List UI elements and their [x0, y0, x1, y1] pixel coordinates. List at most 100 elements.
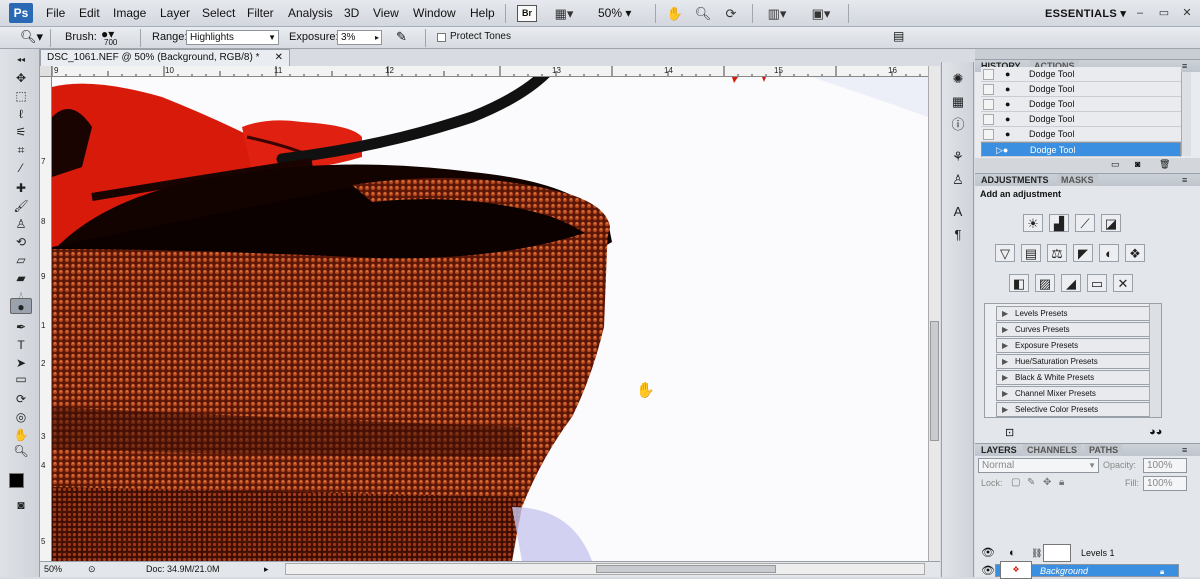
menu-3d[interactable]: 3D [344, 6, 359, 20]
scroll-thumb[interactable] [596, 565, 776, 573]
eyedropper-tool-icon[interactable]: ⁄ [10, 160, 32, 176]
toolbox-collapse-icon[interactable]: ◂◂ [10, 52, 32, 68]
panel-menu-icon[interactable]: ≡ [1178, 444, 1191, 456]
menu-layer[interactable]: Layer [160, 6, 190, 20]
panel-menu-icon[interactable]: ≡ [1178, 174, 1191, 186]
arrange-documents-icon[interactable]: ▥▾ [762, 5, 792, 22]
new-document-from-state-icon[interactable]: ▭ [1111, 159, 1120, 170]
preset-exposure[interactable]: ▶ Exposure Presets [996, 338, 1158, 353]
status-arrow-icon[interactable]: ▸ [264, 562, 269, 577]
3d-panel-icon[interactable]: ✺ [949, 70, 967, 87]
character-panel-icon[interactable]: A [949, 203, 967, 220]
black-white-icon[interactable]: ◤ [1073, 244, 1093, 262]
restore-icon[interactable]: ▭ [1157, 6, 1171, 20]
healing-brush-tool-icon[interactable]: ✚ [10, 180, 32, 196]
channel-mixer-icon[interactable]: ❖ [1125, 244, 1145, 262]
lock-position-icon[interactable]: ✥ [1043, 477, 1051, 488]
new-snapshot-icon[interactable]: ◙ [1135, 159, 1140, 169]
brightness-contrast-icon[interactable]: ☀ [1023, 214, 1043, 232]
zoom-tool-icon[interactable]: 🔍︎ [10, 443, 32, 459]
levels-icon[interactable]: ▟ [1049, 214, 1069, 232]
history-state[interactable]: ● Dodge Tool [981, 127, 1181, 142]
document-tab[interactable]: DSC_1061.NEF @ 50% (Background, RGB/8) *… [40, 49, 290, 66]
quick-selection-tool-icon[interactable]: ⚟ [10, 124, 32, 140]
brushes-panel-icon[interactable]: ⚘ [949, 148, 967, 165]
brush-tool-icon[interactable]: 🖌︎ [10, 198, 32, 214]
preset-black-white[interactable]: ▶ Black & White Presets [996, 370, 1158, 385]
vertical-ruler[interactable]: 7 8 9 1 2 3 4 5 [40, 77, 52, 561]
menu-filter[interactable]: Filter [247, 6, 274, 20]
scroll-thumb[interactable] [930, 321, 939, 441]
history-scrollbar[interactable] [1181, 72, 1191, 156]
ruler-origin[interactable] [40, 66, 52, 77]
gradient-tool-icon[interactable]: ▰ [10, 270, 32, 286]
layer-mask-thumbnail[interactable] [1043, 544, 1071, 562]
3d-orbit-tool-icon[interactable]: ◎ [10, 409, 32, 425]
preset-channel-mixer[interactable]: ▶ Channel Mixer Presets [996, 386, 1158, 401]
posterize-icon[interactable]: ▨ [1035, 274, 1055, 292]
foreground-color-swatch[interactable] [9, 473, 24, 488]
dodge-tool-preset-icon[interactable]: 🔍︎▾ [20, 29, 43, 45]
lock-transparency-icon[interactable]: ▢ [1011, 477, 1020, 488]
photo-filter-icon[interactable]: ◐ [1099, 244, 1119, 262]
hand-tool-icon[interactable]: ✋ [10, 427, 32, 443]
vibrance-icon[interactable]: ▽ [995, 244, 1015, 262]
status-zoom[interactable]: 50% [44, 562, 62, 577]
protect-tones-checkbox[interactable] [437, 33, 446, 42]
view-extras-icon[interactable]: ▦▾ [553, 5, 575, 22]
history-state[interactable]: ● Dodge Tool [981, 97, 1181, 112]
fill-input[interactable]: 100% [1143, 476, 1187, 491]
lock-pixels-icon[interactable]: ✎ [1027, 477, 1035, 488]
exposure-icon[interactable]: ◪ [1101, 214, 1121, 232]
blend-mode-select[interactable]: Normal ▼ [978, 458, 1099, 473]
curves-icon[interactable]: ⟋ [1075, 214, 1095, 232]
selective-color-icon[interactable]: ✕ [1113, 274, 1133, 292]
presets-scrollbar[interactable] [1149, 304, 1161, 417]
zoom-tool-icon[interactable]: 🔍︎ [694, 5, 712, 22]
menu-view[interactable]: View [373, 6, 399, 20]
layer-background[interactable]: ❖ Background 🔒︎ [995, 561, 1179, 579]
move-tool-icon[interactable]: ✥ [10, 70, 32, 86]
gradient-map-icon[interactable]: ▭ [1087, 274, 1107, 292]
navigator-panel-icon[interactable]: ▦ [949, 93, 967, 110]
eye-icon[interactable]: 👁︎ [981, 542, 995, 564]
clone-source-panel-icon[interactable]: ♙ [949, 171, 967, 188]
3d-rotate-tool-icon[interactable]: ⟳ [10, 391, 32, 407]
screen-mode-icon[interactable]: ▣▾ [806, 5, 836, 22]
menu-analysis[interactable]: Analysis [288, 6, 333, 20]
zoom-level-select[interactable]: 50% ▾ [598, 6, 631, 20]
clip-to-layer-icon[interactable]: ◕◕ [1149, 426, 1162, 438]
paragraph-panel-icon[interactable]: ¶ [949, 226, 967, 243]
pen-tool-icon[interactable]: ✒ [10, 319, 32, 335]
horizontal-ruler[interactable]: 9 10 11 12 13 14 15 16 [52, 66, 940, 77]
hue-saturation-icon[interactable]: ▤ [1021, 244, 1041, 262]
tab-masks[interactable]: MASKS [1057, 174, 1098, 186]
airbrush-icon[interactable]: ✎ [396, 29, 407, 45]
shape-tool-icon[interactable]: ▭ [10, 371, 32, 387]
info-panel-icon[interactable]: ⓘ [949, 116, 967, 133]
history-state-current[interactable]: ▷● Dodge Tool [981, 142, 1181, 157]
eye-icon[interactable]: 👁︎ [981, 564, 995, 577]
preset-hue-saturation[interactable]: ▶ Hue/Saturation Presets [996, 354, 1158, 369]
tab-paths[interactable]: PATHS [1085, 444, 1123, 456]
document-canvas[interactable]: ✋ [52, 77, 928, 561]
tab-channels[interactable]: CHANNELS [1023, 444, 1082, 456]
menu-help[interactable]: Help [470, 6, 495, 20]
menu-image[interactable]: Image [113, 6, 146, 20]
color-balance-icon[interactable]: ⚖ [1047, 244, 1067, 262]
preset-curves[interactable]: ▶ Curves Presets [996, 322, 1158, 337]
rotate-view-icon[interactable]: ⟳ [722, 5, 740, 22]
threshold-icon[interactable]: ◢ [1061, 274, 1081, 292]
history-state[interactable]: ● Dodge Tool [981, 82, 1181, 97]
menu-file[interactable]: File [46, 6, 65, 20]
history-state[interactable]: ● Dodge Tool [981, 112, 1181, 127]
quick-mask-icon[interactable]: ◙ [10, 497, 32, 513]
history-brush-tool-icon[interactable]: ⟲ [10, 234, 32, 250]
preset-levels[interactable]: ▶ Levels Presets [996, 306, 1158, 321]
marquee-tool-icon[interactable]: ⬚ [10, 88, 32, 104]
exposure-input[interactable]: 3% ▸ [337, 30, 382, 45]
path-selection-tool-icon[interactable]: ➤ [10, 355, 32, 371]
bridge-button[interactable]: Br [517, 5, 537, 22]
horizontal-scrollbar[interactable] [285, 563, 925, 575]
hand-tool-icon[interactable]: ✋ [666, 5, 684, 22]
